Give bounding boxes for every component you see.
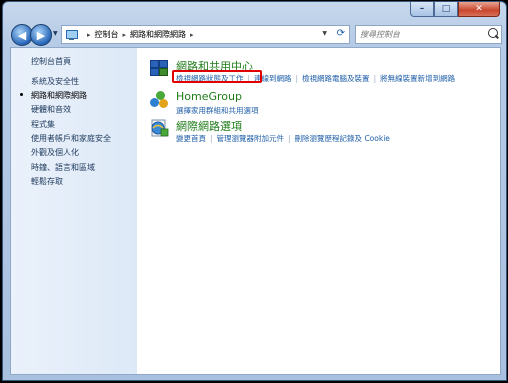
sidebar-item-clock-language-region[interactable]: 時鐘、語言和區域	[31, 162, 95, 173]
add-wireless-device-link[interactable]: 將無線裝置新增到網路	[380, 74, 455, 83]
sidebar-item-hardware-sound[interactable]: 硬體和音效	[31, 104, 71, 115]
delete-history-cookies-link[interactable]: 刪除瀏覽歷程記錄及 Cookie	[295, 134, 390, 143]
network-center-icon	[150, 60, 168, 76]
internet-options-links: 變更首頁 | 管理瀏覽器附加元件 | 刪除瀏覽歷程記錄及 Cookie	[176, 134, 390, 143]
view-network-computers-link[interactable]: 檢視網路電腦及裝置	[302, 74, 370, 83]
category-internet-options: 網際網路選項 變更首頁 | 管理瀏覽器附加元件 | 刪除瀏覽歷程記錄及 Cookie	[150, 118, 490, 148]
address-bar[interactable]: ▸ 控制台 ▸ 網路和網際網路 ▸ ▼ ⟳	[61, 25, 350, 44]
content-area: 控制台首頁 系統及安全性 網路和網際網路 硬體和音效 程式集 使用者帳戶和家庭安…	[10, 47, 501, 375]
control-panel-window: – □ ✕ ◀ ▶ ▼ ▸ 控制台 ▸ 網路和網際網路 ▸ ▼ ⟳ 搜尋控制台 …	[2, 1, 507, 381]
breadcrumb-separator[interactable]: ▸	[123, 31, 127, 39]
minimize-button[interactable]: –	[410, 2, 434, 17]
sidebar-item-network-internet[interactable]: 網路和網際網路	[31, 90, 87, 101]
breadcrumb-separator[interactable]: ▸	[87, 31, 91, 39]
search-icon[interactable]	[488, 28, 498, 38]
sidebar: 控制台首頁 系統及安全性 網路和網際網路 硬體和音效 程式集 使用者帳戶和家庭安…	[11, 48, 137, 374]
navigation-bar: ◀ ▶ ▼ ▸ 控制台 ▸ 網路和網際網路 ▸ ▼ ⟳	[9, 22, 502, 46]
category-network-sharing-center: 網路和共用中心 檢視網路狀態及工作 | 連線到網路 | 檢視網路電腦及裝置 | 將無線裝置新…	[150, 58, 490, 88]
search-input[interactable]	[356, 30, 482, 39]
close-button[interactable]: ✕	[458, 2, 500, 17]
homegroup-link[interactable]: HomeGroup	[176, 90, 242, 103]
sidebar-item-home[interactable]: 控制台首頁	[31, 56, 71, 67]
homegroup-icon	[150, 91, 169, 109]
highlight-box	[172, 70, 262, 83]
sidebar-item-programs[interactable]: 程式集	[31, 119, 55, 130]
internet-options-icon	[151, 119, 169, 137]
forward-button[interactable]: ▶	[30, 24, 52, 46]
recent-pages-dropdown[interactable]: ▼	[53, 30, 58, 37]
change-home-page-link[interactable]: 變更首頁	[176, 134, 206, 143]
sidebar-item-appearance[interactable]: 外觀及個人化	[31, 147, 79, 158]
sidebar-item-ease-of-access[interactable]: 輕鬆存取	[31, 176, 63, 187]
breadcrumb-separator[interactable]: ▸	[190, 31, 194, 39]
internet-options-link[interactable]: 網際網路選項	[176, 118, 242, 134]
window-caption-buttons: – □ ✕	[410, 2, 500, 18]
homegroup-links: 選擇家用群組和共用選項	[176, 105, 259, 116]
sidebar-item-user-accounts[interactable]: 使用者帳戶和家庭安全	[31, 133, 111, 144]
manage-add-ons-link[interactable]: 管理瀏覽器附加元件	[217, 134, 285, 143]
search-box[interactable]	[355, 25, 502, 44]
forward-arrow-icon: ▶	[36, 28, 46, 42]
refresh-icon[interactable]: ⟳	[337, 28, 345, 39]
breadcrumb-control-panel[interactable]: 控制台	[95, 29, 119, 40]
breadcrumb-network-internet[interactable]: 網路和網際網路	[130, 29, 186, 40]
control-panel-icon	[66, 29, 80, 41]
sidebar-item-system-security[interactable]: 系統及安全性	[31, 76, 79, 87]
address-dropdown-icon[interactable]: ▼	[322, 30, 327, 37]
homegroup-sharing-options-link[interactable]: 選擇家用群組和共用選項	[176, 106, 259, 115]
main-panel: 網路和共用中心 檢視網路狀態及工作 | 連線到網路 | 檢視網路電腦及裝置 | 將無線裝置新…	[137, 48, 500, 374]
maximize-button[interactable]: □	[434, 2, 458, 17]
current-item-bullet	[20, 93, 23, 96]
back-arrow-icon: ◀	[17, 28, 27, 42]
category-homegroup: HomeGroup 選擇家用群組和共用選項	[150, 90, 490, 120]
